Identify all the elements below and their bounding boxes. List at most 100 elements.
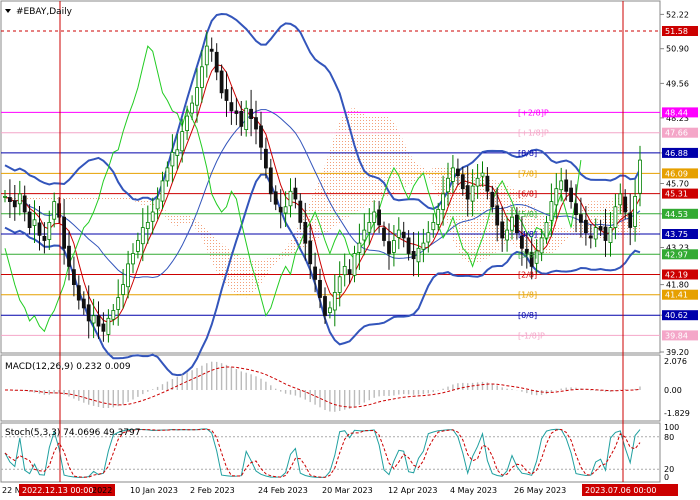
candle-body	[199, 66, 204, 88]
candle-body	[406, 237, 411, 254]
candle-body	[396, 229, 401, 238]
candle-body	[465, 185, 470, 200]
candle-body	[62, 216, 66, 249]
candle-body	[387, 241, 391, 254]
candle-body	[204, 45, 209, 66]
candle-body	[150, 211, 155, 222]
level-price-label: 42.97	[665, 250, 688, 259]
time-axis-label: 4 May 2023	[450, 486, 497, 495]
time-axis-label: 2023.07.06 00:00	[585, 486, 656, 495]
candle-body	[72, 269, 76, 286]
candle-body	[377, 209, 382, 226]
macd-tick-label: 2.076	[664, 357, 687, 366]
time-axis-label: 12 Apr 2023	[388, 486, 437, 495]
level-price-label: 44.53	[665, 210, 688, 219]
level-price-label: 46.88	[665, 149, 688, 158]
chart-title-text: #EBAY,Daily	[16, 7, 73, 17]
stoch-tick-label: 100	[664, 423, 679, 432]
candle-body	[460, 174, 465, 190]
candle-body	[554, 188, 559, 206]
stoch-header: Stoch(5,3,3) 74.0696 49.3797	[5, 428, 140, 438]
candle-body	[480, 172, 485, 177]
murrey-label: [8/8]	[518, 149, 537, 158]
candle-body	[638, 159, 642, 194]
candle-body	[549, 201, 554, 221]
candle-body	[47, 221, 52, 240]
candle-body	[42, 235, 47, 241]
time-axis-label: 26 May 2023	[514, 486, 566, 495]
murrey-label: [+2/8]P	[518, 108, 549, 117]
candle-body	[618, 193, 623, 206]
candle-body	[613, 206, 618, 228]
stoch-tick-label: 80	[664, 433, 674, 442]
candle-body	[603, 226, 608, 241]
candle-body	[574, 203, 578, 215]
murrey-label: [0/8]	[518, 311, 537, 320]
time-axis-label: 10 Jan 2023	[130, 486, 178, 495]
candle-body	[308, 240, 313, 265]
trading-chart[interactable]: [+2/8]P [+1/8]P [8/8] [7/8] [6/8] [5/8] [4/8] […	[0, 0, 700, 500]
candle-body	[431, 221, 436, 231]
candle-body	[7, 197, 12, 202]
candle-body	[441, 193, 446, 210]
murrey-label: [6/8]	[518, 190, 537, 199]
candle-body	[303, 221, 308, 244]
candle-body	[106, 317, 111, 335]
candle-body	[278, 206, 283, 213]
candle-body	[323, 296, 327, 317]
candle-body	[145, 221, 150, 229]
candle-body	[372, 211, 377, 223]
candle-body	[116, 297, 121, 310]
level-price-label: 42.19	[665, 271, 688, 280]
time-axis-label: 2022	[92, 486, 112, 495]
time-axis-label: 24 Feb 2023	[258, 486, 308, 495]
candle-body	[135, 240, 140, 252]
candle-body	[298, 200, 303, 223]
time-axis-label: 20 Mar 2023	[322, 486, 373, 495]
macd-header: MACD(12,26,9) 0.232 0.009	[5, 362, 131, 372]
candle-body	[411, 250, 416, 260]
murrey-label: [3/8]	[518, 250, 537, 259]
candle-body	[283, 206, 288, 214]
candle-body	[391, 240, 396, 253]
price-tick-label: 50.90	[666, 45, 689, 54]
candle-body	[633, 195, 637, 227]
candle-body	[623, 196, 628, 213]
stoch-tick-label: 0	[664, 473, 669, 482]
candle-body	[22, 195, 27, 213]
level-price-label: 47.66	[665, 129, 688, 138]
candle-body	[288, 190, 293, 207]
candle-body	[446, 177, 450, 193]
candle-body	[3, 195, 7, 198]
candle-body	[234, 110, 239, 114]
candle-body	[155, 198, 160, 210]
level-price-label: 39.84	[665, 331, 688, 340]
candle-body	[67, 245, 71, 267]
candle-body	[249, 108, 254, 120]
candle-body	[37, 222, 42, 236]
candle-body	[564, 179, 569, 192]
candle-body	[500, 221, 505, 239]
candle-body	[505, 229, 510, 241]
candle-body	[337, 276, 342, 293]
price-tick-label: 41.80	[666, 281, 689, 290]
candle-body	[160, 180, 165, 202]
murrey-label: [4/8]	[518, 230, 537, 239]
chart-title: #EBAY,Daily	[5, 7, 73, 17]
candle-body	[180, 131, 185, 152]
candle-body	[219, 70, 224, 94]
candle-body	[17, 193, 22, 205]
candle-body	[421, 242, 426, 250]
candle-body	[190, 102, 195, 114]
price-tick-label: 52.22	[666, 10, 689, 19]
candle-body	[111, 310, 116, 320]
candle-body	[569, 187, 573, 203]
candle-body	[175, 149, 180, 156]
murrey-label: [1/8]	[518, 291, 537, 300]
murrey-label: [2/8]	[518, 271, 537, 280]
candle-body	[357, 242, 362, 253]
candle-body	[126, 263, 130, 288]
candle-body	[131, 253, 135, 265]
murrey-label: [+1/8]P	[518, 129, 549, 138]
candle-body	[140, 227, 145, 245]
